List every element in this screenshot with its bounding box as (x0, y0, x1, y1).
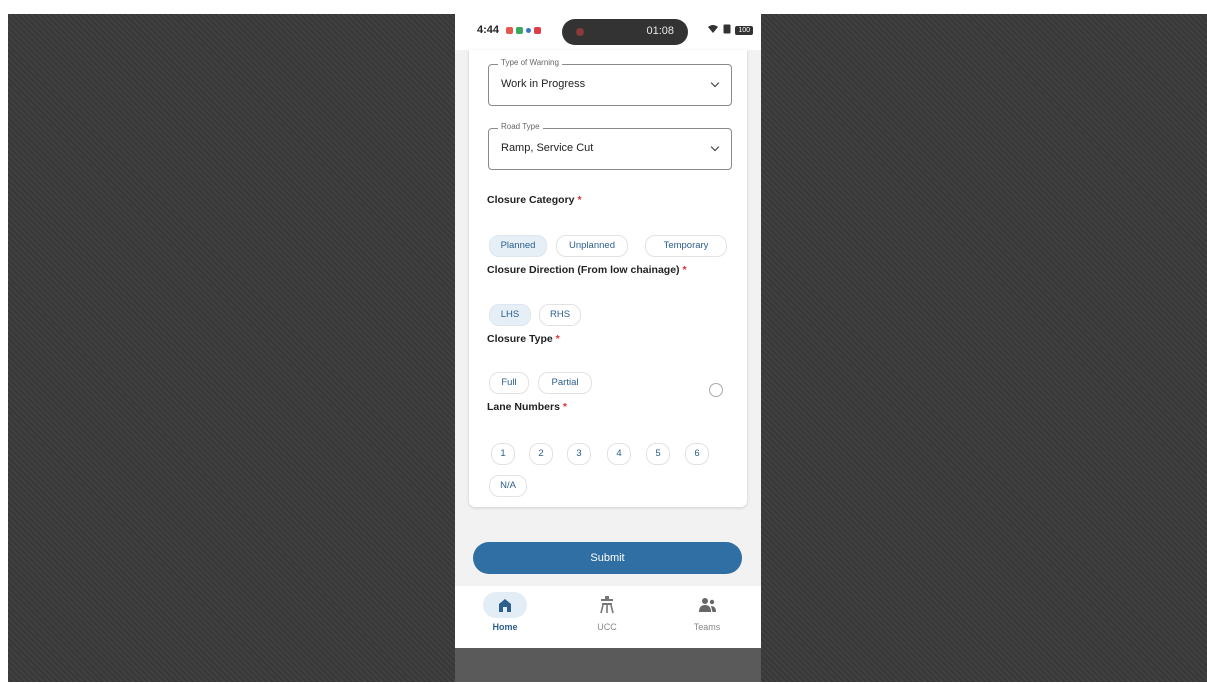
chip-closure-direction-rhs[interactable]: RHS (539, 304, 581, 326)
type-of-warning-label: Type of Warning (498, 58, 562, 67)
team-icon (685, 592, 729, 618)
closure-direction-title: Closure Direction (From low chainage) * (487, 264, 687, 276)
notification-icon (516, 27, 523, 34)
closure-category-title: Closure Category * (487, 194, 582, 206)
type-of-warning-select[interactable]: Type of Warning Work in Progress (488, 58, 732, 106)
bottom-navigation: Home UCC Teams (455, 586, 761, 648)
battery-icon: 100 (735, 26, 753, 35)
closure-category-label: Closure Category (487, 194, 575, 206)
phone-screen: 4:44 01:08 100 Type of Warning Work in P… (455, 14, 761, 682)
road-type-label: Road Type (498, 122, 543, 131)
touch-indicator (709, 383, 723, 397)
wifi-icon (707, 24, 719, 37)
closure-type-label: Closure Type (487, 333, 553, 345)
chip-lane-2[interactable]: 2 (529, 443, 553, 465)
chevron-down-icon (710, 78, 720, 88)
record-icon (576, 28, 584, 36)
notification-icon (526, 28, 531, 33)
notification-icon (506, 27, 513, 34)
recording-timer: 01:08 (646, 25, 674, 37)
closure-type-title: Closure Type * (487, 333, 560, 345)
home-icon (483, 592, 527, 618)
lane-numbers-label: Lane Numbers (487, 401, 560, 413)
lane-numbers-title: Lane Numbers * (487, 401, 567, 413)
chip-lane-na[interactable]: N/A (489, 475, 527, 497)
chip-lane-5[interactable]: 5 (646, 443, 670, 465)
chip-lane-6[interactable]: 6 (685, 443, 709, 465)
sim-icon (723, 24, 731, 37)
nav-label-teams: Teams (693, 622, 721, 632)
required-mark: * (577, 194, 582, 206)
gesture-bar-area (455, 648, 761, 682)
nav-item-home[interactable]: Home (465, 592, 545, 632)
chip-closure-category-planned[interactable]: Planned (489, 235, 547, 257)
required-mark: * (555, 333, 560, 345)
type-of-warning-value: Work in Progress (501, 78, 586, 90)
chip-lane-1[interactable]: 1 (491, 443, 515, 465)
system-icons: 100 (707, 24, 753, 37)
road-type-select[interactable]: Road Type Ramp, Service Cut (488, 122, 732, 170)
submit-button[interactable]: Submit (473, 542, 742, 574)
required-mark: * (682, 264, 687, 276)
chip-closure-type-full[interactable]: Full (489, 372, 529, 394)
closure-direction-label: Closure Direction (From low chainage) (487, 264, 680, 276)
notification-icon (534, 27, 541, 34)
chip-closure-direction-lhs[interactable]: LHS (489, 304, 531, 326)
chip-closure-type-partial[interactable]: Partial (538, 372, 592, 394)
required-mark: * (562, 401, 567, 413)
notification-icons (506, 27, 541, 34)
tower-icon (585, 592, 629, 618)
chip-lane-4[interactable]: 4 (607, 443, 631, 465)
nav-item-teams[interactable]: Teams (667, 592, 747, 632)
nav-label-home: Home (492, 622, 518, 632)
nav-item-ucc[interactable]: UCC (567, 592, 647, 632)
status-time: 4:44 (477, 24, 500, 36)
nav-label-ucc: UCC (597, 622, 617, 632)
chip-lane-3[interactable]: 3 (567, 443, 591, 465)
form-card: Type of Warning Work in Progress Road Ty… (469, 50, 747, 507)
chevron-down-icon (710, 142, 720, 152)
road-type-value: Ramp, Service Cut (501, 142, 594, 154)
chip-closure-category-unplanned[interactable]: Unplanned (556, 235, 628, 257)
status-bar: 4:44 01:08 100 (455, 14, 761, 50)
screen-recording-pill[interactable]: 01:08 (562, 19, 688, 45)
chip-closure-category-temporary[interactable]: Temporary (645, 235, 727, 257)
